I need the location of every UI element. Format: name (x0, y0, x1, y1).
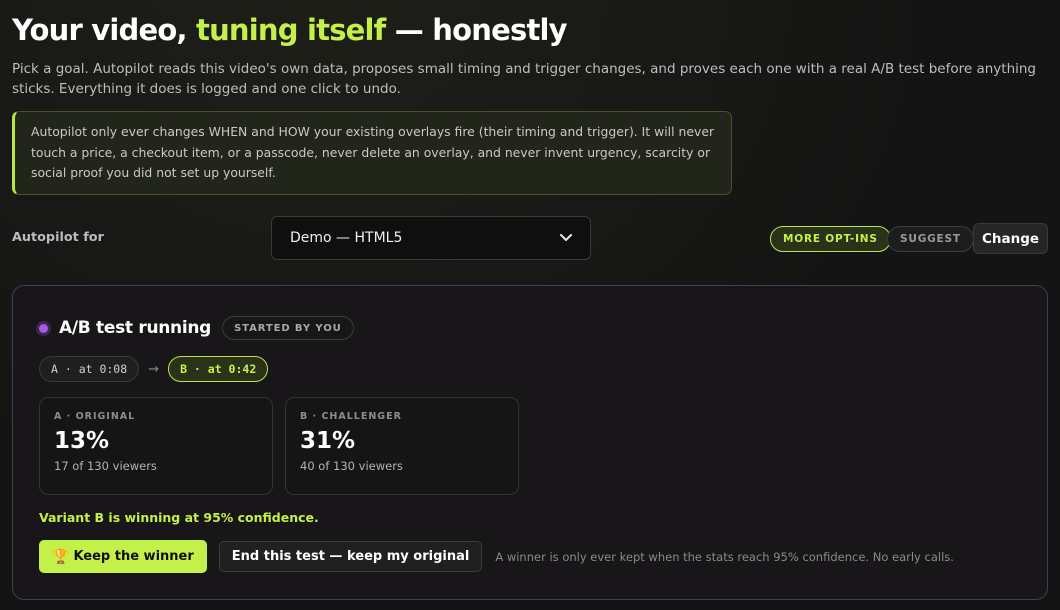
change-goal-button[interactable]: Change (973, 223, 1048, 254)
autopilot-for-label: Autopilot for (12, 230, 104, 245)
end-test-label: End this test — keep my original (231, 549, 470, 564)
variant-a-rate: 13% (54, 428, 110, 454)
variant-a-label: A · ORIGINAL (54, 411, 136, 422)
test-actions: 🏆 Keep the winner End this test — keep m… (39, 540, 954, 573)
variant-a-chip: A · at 0:08 (39, 356, 140, 382)
keep-winner-label: Keep the winner (73, 549, 194, 564)
autopilot-controls: Autopilot for Demo — HTML5 MORE OPT-INS … (12, 216, 1048, 260)
variant-b-card: B · CHALLENGER 31% 40 of 130 viewers (285, 397, 519, 495)
goal-more-optins-pill[interactable]: MORE OPT-INS (770, 226, 891, 252)
goal-more-optins-label: MORE OPT-INS (783, 233, 878, 245)
page-title: Your video, tuning itself — honestly (12, 12, 1048, 48)
suggest-pill[interactable]: SUGGEST (887, 226, 974, 252)
ab-test-title: A/B test running (59, 318, 212, 338)
winning-status: Variant B is winning at 95% confidence. (39, 510, 319, 525)
variant-timeline: A · at 0:08 → B · at 0:42 (39, 356, 269, 382)
keep-winner-button[interactable]: 🏆 Keep the winner (39, 540, 207, 573)
arrow-right-icon: → (148, 361, 160, 377)
chevron-down-icon (560, 231, 572, 245)
variant-a-viewers: 17 of 130 viewers (54, 459, 157, 473)
safety-notice: Autopilot only ever changes WHEN and HOW… (12, 111, 732, 195)
video-select-value: Demo — HTML5 (290, 230, 403, 246)
trophy-icon: 🏆 (52, 548, 70, 565)
title-part-1: Your video, (12, 13, 197, 47)
ab-test-card: A/B test running STARTED BY YOU A · at 0… (12, 285, 1048, 600)
title-accent: tuning itself (196, 13, 386, 47)
video-select[interactable]: Demo — HTML5 (271, 216, 591, 260)
safety-notice-text: Autopilot only ever changes WHEN and HOW… (31, 124, 715, 180)
page-subtitle: Pick a goal. Autopilot reads this video'… (12, 61, 1036, 97)
title-part-2: — honestly (385, 13, 568, 47)
confidence-note: A winner is only ever kept when the stat… (495, 549, 954, 564)
started-by-badge: STARTED BY YOU (222, 316, 354, 340)
end-test-button[interactable]: End this test — keep my original (218, 541, 483, 572)
variant-a-card: A · ORIGINAL 13% 17 of 130 viewers (39, 397, 273, 495)
variant-b-chip: B · at 0:42 (168, 356, 269, 382)
suggest-label: SUGGEST (900, 233, 961, 245)
variant-b-label: B · CHALLENGER (300, 411, 402, 422)
variant-b-rate: 31% (300, 428, 356, 454)
ab-test-header: A/B test running STARTED BY YOU (39, 316, 354, 340)
change-goal-label: Change (981, 230, 1040, 247)
variant-b-viewers: 40 of 130 viewers (300, 459, 403, 473)
status-dot-icon (39, 323, 48, 333)
